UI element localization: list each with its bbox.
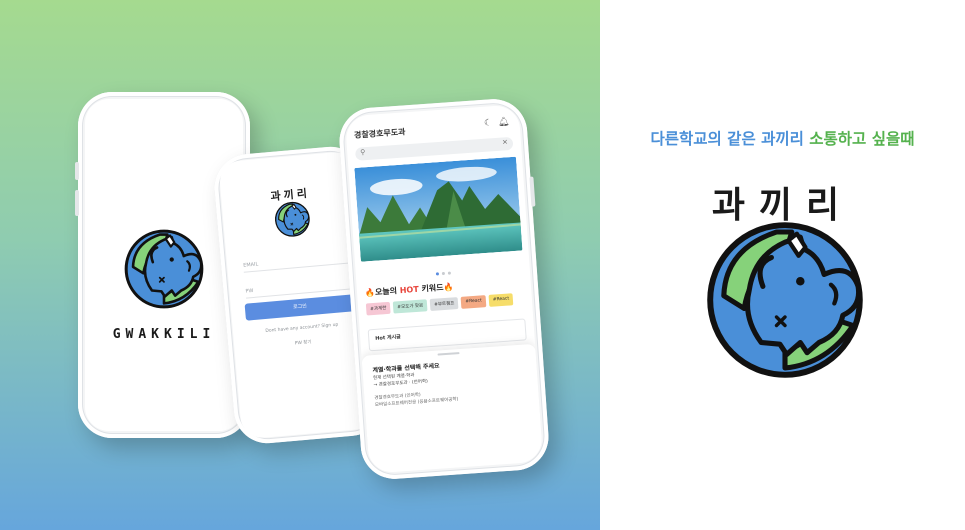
brand-english: GWAKKILI — [112, 327, 216, 342]
header-icons: ☾ 🔔︎ — [484, 117, 510, 129]
elephant-logo — [121, 226, 207, 312]
hot-posts-label: Hot 게시글 — [375, 334, 402, 342]
keyword-chip[interactable]: #React — [461, 295, 487, 309]
moon-icon[interactable]: ☾ — [484, 118, 493, 129]
showcase-background: GWAKKILI 과끼리 EMAIL PW 로그인 Dont have any … — [0, 0, 600, 530]
login-button[interactable]: 로그인 — [244, 294, 356, 321]
keyword-chip[interactable]: #부트캠프 — [429, 297, 459, 311]
sheet-handle[interactable] — [437, 352, 460, 356]
keyword-chip[interactable]: #React — [488, 293, 514, 307]
keyword-chip[interactable]: #과제란 — [365, 301, 391, 316]
email-placeholder: EMAIL — [242, 261, 259, 269]
department-title: 경찰경호무도과 — [353, 127, 406, 140]
banner-image[interactable] — [354, 156, 523, 262]
close-icon[interactable]: ✕ — [502, 138, 508, 146]
brand-panel: 다른학교의 같은 과끼리 소통하고 싶을때 과끼리 — [600, 0, 965, 530]
password-placeholder: PW — [245, 287, 254, 295]
elephant-logo — [700, 215, 870, 385]
find-password-link[interactable]: PW 찾기 — [234, 334, 372, 352]
phone-main: 경찰경호무도과 ☾ 🔔︎ ⚲ ✕ 🔥오늘의 HOT 키워드🔥 #과제란 #모도가… — [337, 96, 551, 482]
volume-button — [75, 162, 79, 180]
power-button — [529, 176, 536, 207]
tagline: 다른학교의 같은 과끼리 소통하고 싶을때 — [600, 127, 965, 149]
signup-link[interactable]: Dont have any account? Sign up — [233, 320, 371, 337]
main-screen: 경찰경호무도과 ☾ 🔔︎ ⚲ ✕ 🔥오늘의 HOT 키워드🔥 #과제란 #모도가… — [344, 104, 544, 474]
keyword-chip[interactable]: #모도가 맞음 — [392, 299, 428, 314]
department-select-sheet: 계열·학과를 선택해 주세요 현재 선택된 계열·학과 → 경찰경호무도과 · … — [361, 343, 544, 474]
tagline-part2: 소통하고 싶을때 — [809, 130, 915, 148]
bell-icon[interactable]: 🔔︎ — [498, 117, 510, 128]
hot-keywords-title: 🔥오늘의 HOT 키워드🔥 — [364, 282, 454, 298]
volume-button — [75, 190, 79, 216]
splash-screen: GWAKKILI — [85, 99, 243, 431]
search-icon: ⚲ — [359, 148, 366, 157]
tagline-part1: 다른학교의 같은 과끼리 — [650, 130, 810, 148]
search-input[interactable]: ⚲ ✕ — [354, 136, 514, 161]
email-field[interactable]: EMAIL — [242, 247, 350, 273]
elephant-logo — [272, 199, 313, 240]
